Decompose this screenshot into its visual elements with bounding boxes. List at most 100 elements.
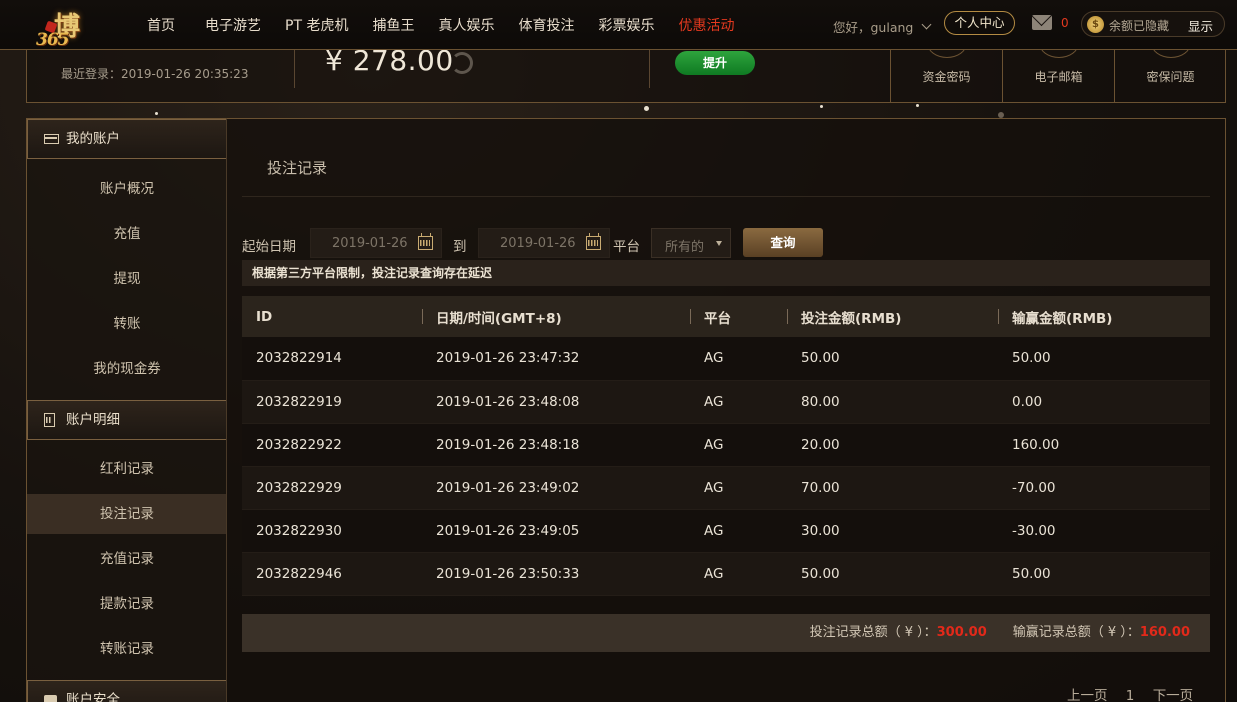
query-button[interactable]: 查询 (743, 228, 823, 257)
sidebar-item-deposit-records[interactable]: 充值记录 (27, 539, 227, 579)
cell-bet-amount: 80.00 (787, 380, 998, 424)
next-page-button[interactable]: 下一页 (1153, 688, 1194, 702)
pagination: 上一页 1 下一页 (1067, 684, 1193, 702)
sidebar-item-withdraw-records[interactable]: 提款记录 (27, 584, 227, 624)
sidebar-item-deposit[interactable]: 充值 (27, 214, 227, 254)
last-login: 最近登录：2019-01-26 20:35:23 (61, 67, 249, 81)
fund-password-label: 资金密码 (922, 70, 971, 84)
main-panel: 投注记录 起始日期 2019-01-26 到 2019-01-26 平台 所有的… (226, 118, 1226, 702)
cell-platform: AG (690, 509, 787, 553)
cell-platform: AG (690, 423, 787, 467)
nav-egames[interactable]: 电子游艺 (193, 15, 273, 35)
user-greeting[interactable]: 您好，gulang (833, 17, 932, 36)
sidebar-item-withdraw[interactable]: 提现 (27, 259, 227, 299)
balance-hidden-text: 余额已隐藏 (1109, 19, 1170, 33)
current-page[interactable]: 1 (1126, 688, 1135, 702)
cell-datetime: 2019-01-26 23:50:33 (422, 552, 690, 596)
platform-label: 平台 (613, 239, 640, 255)
mail-icon[interactable] (1032, 15, 1052, 30)
col-win-amount: 输赢金额(RMB) (998, 296, 1210, 337)
prev-page-button[interactable]: 上一页 (1067, 688, 1108, 702)
col-datetime: 日期/时间(GMT+8) (422, 296, 690, 337)
sidebar-item-bet-records[interactable]: 投注记录 (27, 494, 227, 534)
security-question-label: 密保问题 (1146, 70, 1195, 84)
section-title: 账户安全 (66, 692, 120, 702)
cell-datetime: 2019-01-26 23:47:32 (422, 337, 690, 381)
account-summary-strip: 最近登录：2019-01-26 20:35:23 ¥ 278.00 提升 资金密… (26, 28, 1226, 103)
cell-datetime: 2019-01-26 23:48:18 (422, 423, 690, 467)
cell-platform: AG (690, 552, 787, 596)
site-logo[interactable]: 博 365 (28, 4, 116, 52)
cell-bet-amount: 30.00 (787, 509, 998, 553)
main-nav: 首页 电子游艺 PT 老虎机 捕鱼王 真人娱乐 体育投注 彩票娱乐 优惠活动 (136, 0, 746, 50)
platform-select[interactable]: 所有的 (651, 228, 731, 258)
chevron-down-icon (921, 19, 932, 30)
end-date-input[interactable]: 2019-01-26 (478, 228, 610, 258)
fund-password-link[interactable]: 资金密码 (890, 28, 1002, 103)
start-date-input[interactable]: 2019-01-26 (310, 228, 442, 258)
mail-count-badge: 0 (1061, 16, 1069, 30)
balance-pill: $ 余额已隐藏 显示 (1081, 11, 1225, 37)
delay-notice: 根据第三方平台限制，投注记录查询存在延迟 (242, 260, 1210, 286)
cell-win-amount: 160.00 (998, 423, 1210, 467)
table-row: 2032822929 2019-01-26 23:49:02 AG 70.00 -70.… (242, 466, 1210, 510)
cell-datetime: 2019-01-26 23:48:08 (422, 380, 690, 424)
sidebar-item-transfer-records[interactable]: 转账记录 (27, 629, 227, 669)
sidebar: 我的账户 账户概况 充值 提现 转账 我的现金券 账户明细 红利记录 投注记录 … (26, 118, 227, 702)
calendar-icon[interactable] (586, 233, 601, 250)
section-title: 账户明细 (66, 412, 120, 428)
email-label: 电子邮箱 (1034, 70, 1083, 84)
coin-icon: $ (1087, 16, 1104, 33)
greeting-text: 您好，gulang (833, 20, 914, 35)
table-row: 2032822930 2019-01-26 23:49:05 AG 30.00 -30.… (242, 509, 1210, 553)
sidebar-section-account-security[interactable]: 账户安全 (27, 680, 227, 702)
calendar-icon[interactable] (418, 233, 433, 250)
nav-sports[interactable]: 体育投注 (506, 15, 586, 35)
win-total-label: 输赢记录总额（ ¥ ）： (1012, 625, 1140, 640)
nav-home[interactable]: 首页 (136, 15, 193, 35)
table-row: 2032822914 2019-01-26 23:47:32 AG 50.00 50.0… (242, 337, 1210, 381)
sidebar-item-coupons[interactable]: 我的现金券 (27, 349, 227, 389)
cell-bet-amount: 70.00 (787, 466, 998, 510)
sidebar-section-my-account[interactable]: 我的账户 (27, 119, 227, 159)
divider (649, 50, 650, 88)
nav-lottery[interactable]: 彩票娱乐 (586, 15, 666, 35)
personal-center-button[interactable]: 个人中心 (944, 11, 1015, 35)
sidebar-item-overview[interactable]: 账户概况 (27, 169, 227, 209)
bet-total-label: 投注记录总额（ ¥ ）： (809, 625, 937, 640)
totals-bar: 投注记录总额（ ¥ ）：300.00 输赢记录总额（ ¥ ）：160.00 (242, 614, 1210, 652)
page-title: 投注记录 (267, 159, 328, 177)
nav-fishing[interactable]: 捕鱼王 (360, 15, 426, 35)
nav-promotions[interactable]: 优惠活动 (666, 15, 746, 35)
cell-win-amount: -30.00 (998, 509, 1210, 553)
cell-bet-amount: 50.00 (787, 552, 998, 596)
sidebar-item-bonus-records[interactable]: 红利记录 (27, 449, 227, 489)
cell-platform: AG (690, 380, 787, 424)
cell-id: 2032822930 (242, 509, 422, 553)
col-platform: 平台 (690, 296, 787, 337)
security-question-link[interactable]: 密保问题 (1114, 28, 1226, 103)
bet-total-value: 300.00 (936, 625, 987, 640)
logo-number: 365 (36, 30, 69, 50)
decorative-dots (0, 104, 1237, 118)
calculator-icon (44, 413, 55, 427)
title-divider (242, 196, 1210, 197)
nav-live-casino[interactable]: 真人娱乐 (426, 15, 506, 35)
email-link[interactable]: 电子邮箱 (1002, 28, 1114, 103)
sidebar-section-account-details[interactable]: 账户明细 (27, 400, 227, 440)
nav-pt-slots[interactable]: PT 老虎机 (273, 15, 360, 35)
cell-id: 2032822922 (242, 423, 422, 467)
end-date-value: 2019-01-26 (500, 236, 576, 251)
cell-id: 2032822914 (242, 337, 422, 381)
cell-datetime: 2019-01-26 23:49:02 (422, 466, 690, 510)
sidebar-item-transfer[interactable]: 转账 (27, 304, 227, 344)
upgrade-button[interactable]: 提升 (675, 51, 755, 75)
show-balance-button[interactable]: 显示 (1188, 16, 1213, 35)
to-label: 到 (453, 239, 467, 255)
start-date-value: 2019-01-26 (332, 236, 408, 251)
cell-id: 2032822929 (242, 466, 422, 510)
table-header-row: ID 日期/时间(GMT+8) 平台 投注金额(RMB) 输赢金额(RMB) (242, 296, 1210, 337)
refresh-icon[interactable] (451, 52, 473, 74)
section-title: 我的账户 (66, 131, 120, 147)
divider (294, 50, 295, 88)
